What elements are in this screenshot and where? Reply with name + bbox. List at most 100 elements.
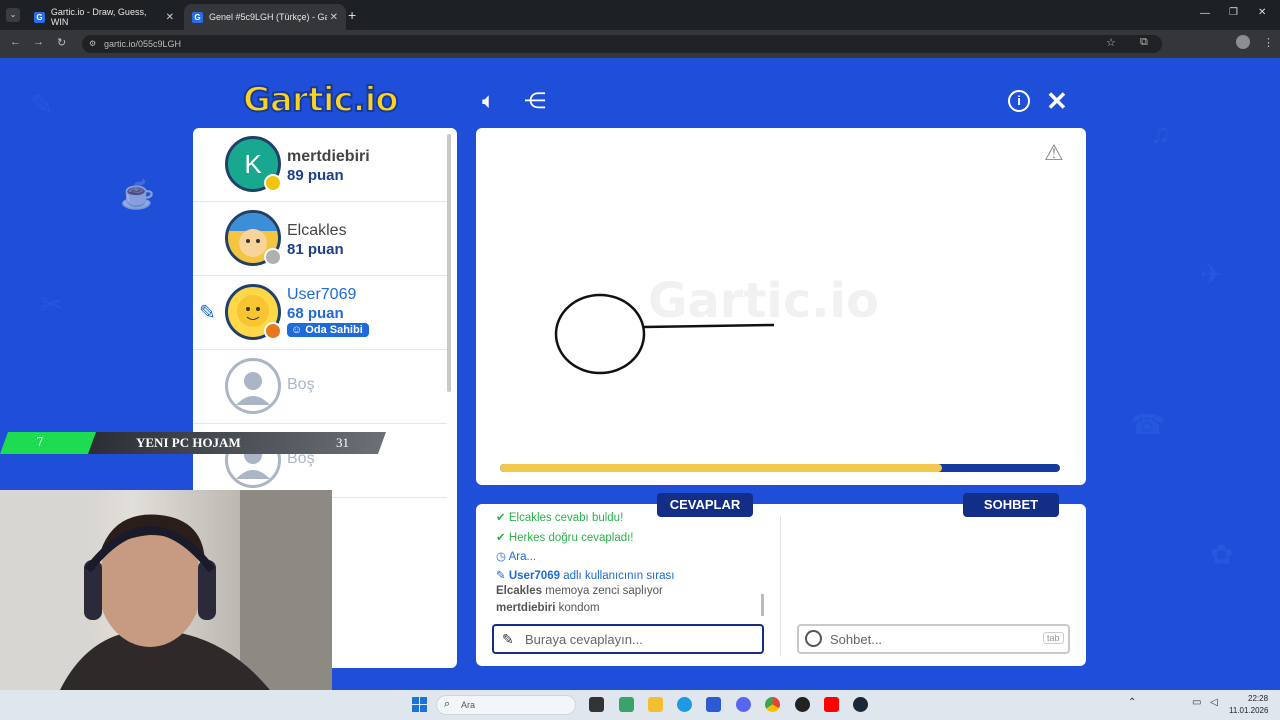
player-row[interactable]: Elcakles 81 puan bbox=[193, 202, 447, 276]
sound-icon[interactable]: 🔈︎ bbox=[482, 88, 495, 114]
round-timer-bar bbox=[500, 464, 1060, 472]
drawing-canvas-panel: ⚠ Gartic.io bbox=[476, 128, 1086, 485]
pencil-icon: ✎ bbox=[496, 570, 509, 582]
widgets-icon[interactable] bbox=[619, 697, 634, 712]
doodle-pattern-icon: ♫ bbox=[1150, 118, 1171, 149]
message-line: ◷ Ara... bbox=[496, 551, 537, 563]
pencil-icon: ✎ bbox=[199, 302, 216, 324]
answers-scroll-area[interactable]: ✔ Elcakles cevabı buldu! ✔ Herkes doğru … bbox=[476, 512, 776, 620]
close-tab-icon[interactable]: ✕ bbox=[330, 12, 338, 23]
round-timer-fill bbox=[500, 464, 943, 472]
tray-chevron-icon[interactable]: ⌃ bbox=[1128, 697, 1136, 708]
chat-bubble-icon bbox=[805, 630, 822, 647]
edge-browser-icon[interactable] bbox=[677, 697, 692, 712]
player-list-scrollbar[interactable] bbox=[447, 134, 451, 392]
task-view-icon[interactable] bbox=[589, 697, 604, 712]
player-points: 68 puan bbox=[287, 305, 344, 322]
smile-icon: ☺ bbox=[291, 324, 306, 336]
minimize-button[interactable]: — bbox=[1200, 8, 1210, 19]
doodle-pattern-icon: ✎ bbox=[30, 89, 54, 120]
discord-icon[interactable] bbox=[736, 697, 751, 712]
taskbar-date[interactable]: 11.01.2026 bbox=[1229, 706, 1268, 715]
windows-start-icon[interactable] bbox=[412, 697, 427, 712]
doodle-pattern-icon: ☎ bbox=[1130, 409, 1165, 440]
doodle-pattern-icon: ☕ bbox=[120, 179, 155, 210]
close-window-button[interactable]: ✕ bbox=[1258, 7, 1266, 18]
site-info-icon[interactable]: ⚙ bbox=[89, 35, 96, 53]
close-tab-icon[interactable]: ✕ bbox=[166, 12, 174, 23]
back-arrow-icon[interactable]: ← bbox=[10, 36, 21, 48]
webcam-feed bbox=[0, 490, 332, 690]
webcam-person-image bbox=[0, 490, 332, 690]
message-line: ✎ User7069 adlı kullanıcının sırası bbox=[496, 570, 675, 582]
player-row[interactable]: K mertdiebiri 89 puan bbox=[193, 128, 447, 202]
file-explorer-icon[interactable] bbox=[648, 697, 663, 712]
forward-arrow-icon[interactable]: → bbox=[33, 36, 44, 48]
search-icon: ⌕ bbox=[444, 698, 451, 710]
close-game-icon[interactable]: ✕ bbox=[1046, 86, 1068, 117]
volume-icon[interactable]: ◁ bbox=[1210, 697, 1218, 708]
check-icon: ✔ bbox=[496, 512, 509, 524]
gartic-logo: Gartic.io bbox=[242, 79, 400, 121]
answer-input[interactable]: ✎ Buraya cevaplayın... bbox=[492, 624, 764, 654]
doodle-pattern-icon: ✂ bbox=[40, 289, 64, 320]
gartic-favicon-icon: G bbox=[192, 11, 203, 23]
overlay-left-value: 7 bbox=[36, 435, 44, 449]
url-text: gartic.io/055c9LGH bbox=[104, 39, 182, 49]
chat-input[interactable]: Sohbet... tab bbox=[797, 624, 1070, 654]
clock-icon: ◷ bbox=[496, 551, 509, 563]
extensions-icon[interactable]: ⧉ bbox=[1140, 36, 1148, 49]
overlay-right-value: 31 bbox=[336, 435, 349, 450]
taskbar-search[interactable]: ⌕ Ara bbox=[436, 695, 576, 715]
tab-key-hint: tab bbox=[1043, 632, 1064, 644]
player-row-current-drawer[interactable]: ✎ User7069 68 puan ☺ Oda Sahibi bbox=[193, 276, 447, 350]
tab-chat[interactable]: SOHBET bbox=[963, 493, 1059, 517]
status-dot bbox=[264, 322, 282, 340]
check-icon: ✔ bbox=[496, 532, 509, 544]
new-tab-button[interactable]: + bbox=[348, 7, 356, 23]
tab-search-button[interactable]: ⌄ bbox=[6, 8, 20, 22]
taskbar-time[interactable]: 22:28 bbox=[1248, 694, 1268, 703]
doodle-pattern-icon: ✈ bbox=[1200, 259, 1224, 290]
maximize-button[interactable]: ❐ bbox=[1229, 7, 1238, 18]
reload-icon[interactable]: ↻ bbox=[57, 36, 66, 49]
message-line: mertdiebiri kondom bbox=[496, 602, 600, 614]
stream-overlay-bar: 7 YENI PC HOJAM 31 bbox=[0, 432, 387, 454]
address-bar[interactable]: ⚙ gartic.io/055c9LGH bbox=[82, 35, 1162, 53]
steam-icon[interactable] bbox=[853, 697, 868, 712]
player-name: mertdiebiri bbox=[287, 148, 370, 165]
media-app-icon[interactable] bbox=[795, 697, 810, 712]
chrome-icon[interactable] bbox=[765, 697, 780, 712]
profile-avatar-icon[interactable] bbox=[1236, 35, 1250, 49]
browser-tab-gartic-home[interactable]: G Gartic.io - Draw, Guess, WIN ✕ bbox=[26, 4, 182, 30]
drawing-canvas[interactable] bbox=[476, 128, 1086, 468]
gartic-favicon-icon: G bbox=[34, 11, 45, 23]
network-icon[interactable]: ▭ bbox=[1192, 697, 1201, 708]
menu-kebab-icon[interactable]: ⋮ bbox=[1263, 36, 1274, 49]
player-points: 89 puan bbox=[287, 167, 344, 184]
taskbar-search-text: Ara bbox=[461, 700, 476, 710]
browser-tab-gartic-room[interactable]: G Genel #5c9LGH (Türkçe) - Gartic ✕ bbox=[184, 4, 346, 30]
empty-player-slot: Boş bbox=[193, 350, 447, 424]
status-dot bbox=[264, 174, 282, 192]
player-name: User7069 bbox=[287, 286, 357, 303]
answers-scrollbar[interactable] bbox=[761, 594, 764, 616]
tab-title: Genel #5c9LGH (Türkçe) - Gartic bbox=[209, 12, 327, 22]
youtube-icon[interactable] bbox=[824, 697, 839, 712]
badge-label: Oda Sahibi bbox=[305, 324, 363, 336]
status-dot bbox=[264, 248, 282, 266]
bookmark-star-icon[interactable]: ☆ bbox=[1106, 36, 1116, 49]
tab-title: Gartic.io - Draw, Guess, WIN bbox=[50, 7, 147, 27]
pencil-icon: ✎ bbox=[502, 631, 514, 647]
store-icon[interactable] bbox=[706, 697, 721, 712]
share-icon[interactable]: ⋲ bbox=[524, 88, 546, 114]
tab-answers[interactable]: CEVAPLAR bbox=[657, 493, 753, 517]
panel-divider bbox=[780, 516, 781, 656]
message-line: Elcakles memoya zenci saplıyor bbox=[496, 585, 663, 597]
message-line: ✔ Herkes doğru cevapladı! bbox=[496, 532, 634, 544]
doodle-pattern-icon: ✿ bbox=[1210, 539, 1234, 570]
overlay-title: YENI PC HOJAM bbox=[136, 435, 241, 450]
chat-placeholder: Sohbet... bbox=[830, 632, 883, 647]
info-icon[interactable]: i bbox=[1008, 90, 1030, 112]
windows-taskbar bbox=[0, 690, 1280, 720]
